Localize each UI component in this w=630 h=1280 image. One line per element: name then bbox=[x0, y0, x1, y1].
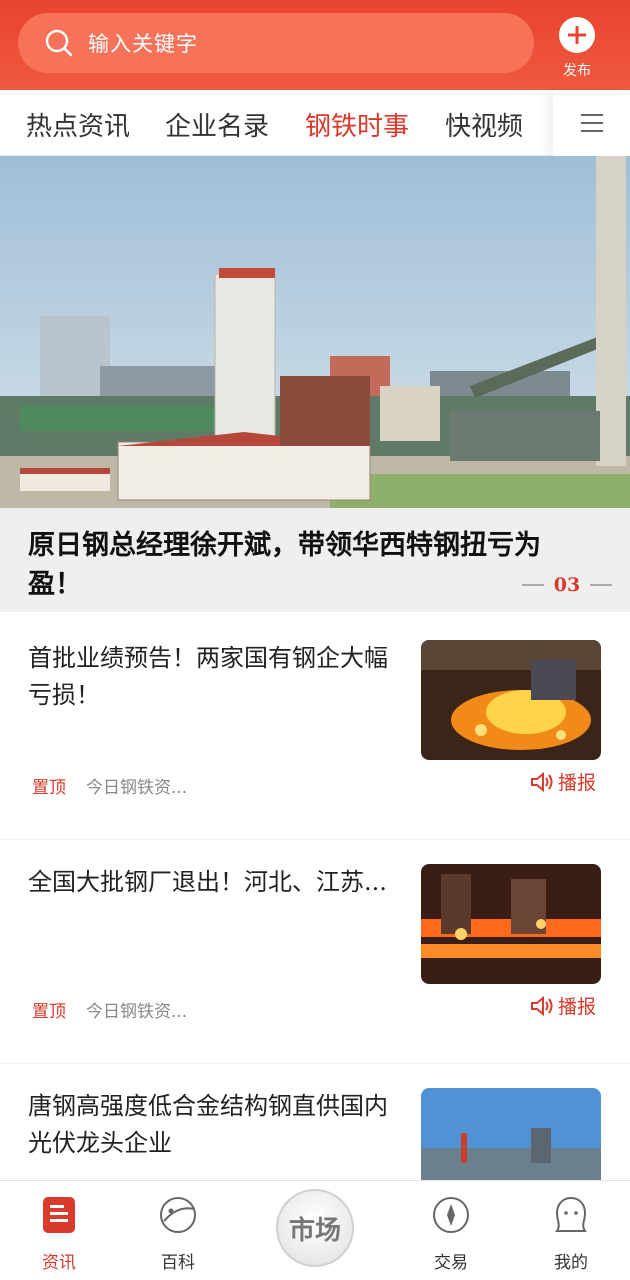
nav-profile[interactable]: 我的 bbox=[531, 1195, 611, 1273]
nav-encyclopedia[interactable]: 百科 bbox=[138, 1195, 218, 1273]
news-icon bbox=[43, 1197, 75, 1233]
speaker-icon bbox=[531, 771, 553, 792]
top-header: 输入关键字 发布 bbox=[0, 0, 630, 90]
publish-button[interactable]: 发布 bbox=[552, 16, 602, 80]
planet-icon bbox=[160, 1197, 196, 1233]
news-thumbnail bbox=[421, 640, 601, 760]
nav-market-button[interactable]: 市场 bbox=[276, 1189, 354, 1267]
search-bar[interactable]: 输入关键字 bbox=[18, 13, 534, 73]
tab-short-video[interactable]: 快视频 bbox=[445, 106, 523, 143]
speaker-icon bbox=[531, 995, 553, 1016]
nav-trade[interactable]: 交易 bbox=[411, 1195, 491, 1273]
news-item[interactable]: 首批业绩预告！两家国有钢企大幅亏损！ 置顶 今日钢铁资... 播报 bbox=[0, 618, 630, 840]
tab-hot-news[interactable]: 热点资讯 bbox=[26, 106, 130, 143]
steel-plant-photo bbox=[0, 156, 630, 508]
news-title: 首批业绩预告！两家国有钢企大幅亏损！ bbox=[28, 644, 388, 709]
plus-icon bbox=[559, 17, 595, 53]
bottom-nav: 资讯 百科 市场 交易 我的 bbox=[0, 1180, 630, 1280]
nav-profile-label: 我的 bbox=[554, 1253, 588, 1273]
search-icon bbox=[45, 29, 73, 57]
tab-steel-news[interactable]: 钢铁时事 bbox=[305, 106, 409, 143]
banner-image[interactable] bbox=[0, 156, 630, 508]
news-title: 唐钢高强度低合金结构钢直供国内光伏龙头企业 bbox=[28, 1092, 388, 1157]
nav-trade-label: 交易 bbox=[434, 1253, 468, 1273]
publish-label: 发布 bbox=[563, 63, 591, 79]
broadcast-label: 播报 bbox=[558, 996, 597, 1018]
nav-news-label: 资讯 bbox=[42, 1253, 76, 1273]
news-meta: 置顶 今日钢铁资... bbox=[32, 773, 187, 798]
pinned-badge: 置顶 bbox=[32, 778, 66, 798]
broadcast-button[interactable]: 播报 bbox=[530, 768, 596, 795]
banner-caption[interactable]: 原日钢总经理徐开斌，带领华西特钢扭亏为盈！ 03 bbox=[0, 508, 630, 612]
news-meta: 置顶 今日钢铁资... bbox=[32, 997, 187, 1022]
banner-title: 原日钢总经理徐开斌，带领华西特钢扭亏为盈！ bbox=[28, 530, 541, 600]
broadcast-button[interactable]: 播报 bbox=[530, 992, 596, 1019]
news-thumbnail bbox=[421, 864, 601, 984]
news-source: 今日钢铁资... bbox=[86, 778, 188, 798]
nav-news[interactable]: 资讯 bbox=[19, 1195, 99, 1273]
pinned-badge: 置顶 bbox=[32, 1002, 66, 1022]
tab-company-directory[interactable]: 企业名录 bbox=[165, 106, 269, 143]
banner-page-number: 03 bbox=[553, 574, 581, 596]
pager-line-right bbox=[589, 584, 612, 586]
pager-line-left bbox=[522, 584, 544, 586]
news-title: 全国大批钢厂退出！河北、江苏... bbox=[28, 868, 387, 896]
broadcast-label: 播报 bbox=[558, 772, 597, 794]
news-item[interactable]: 全国大批钢厂退出！河北、江苏... 置顶 今日钢铁资... 播报 bbox=[0, 842, 630, 1064]
category-tabs: 热点资讯 企业名录 钢铁时事 快视频 bbox=[0, 90, 630, 156]
banner-pager: 03 bbox=[522, 574, 612, 596]
search-placeholder: 输入关键字 bbox=[88, 32, 198, 56]
nav-encyclopedia-label: 百科 bbox=[161, 1253, 195, 1273]
menu-icon bbox=[580, 114, 603, 132]
user-icon bbox=[555, 1196, 587, 1232]
tabs-menu-button[interactable] bbox=[553, 90, 630, 156]
news-source: 今日钢铁资... bbox=[86, 1002, 188, 1022]
compass-icon bbox=[433, 1197, 469, 1233]
